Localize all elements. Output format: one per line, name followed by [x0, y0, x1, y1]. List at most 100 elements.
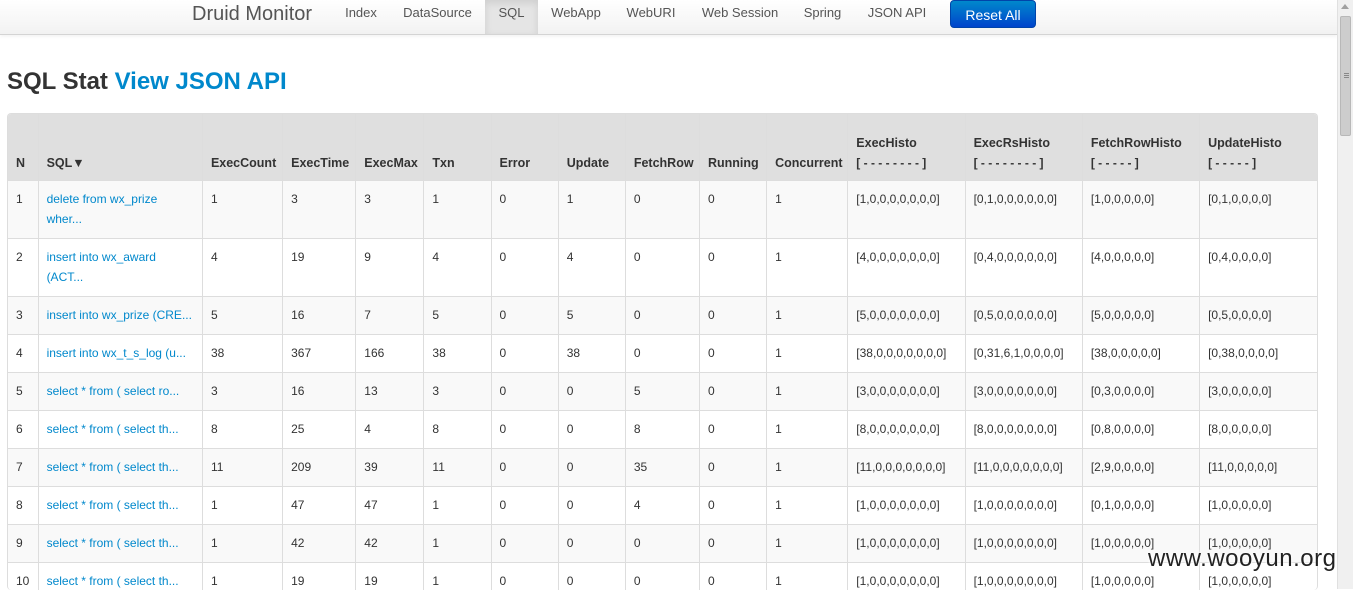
nav-item-json-api[interactable]: JSON API [859, 0, 935, 34]
cell-exec-time: 19 [283, 239, 356, 297]
sql-link[interactable]: insert into wx_award (ACT... [47, 250, 156, 284]
cell-txn: 38 [424, 335, 491, 373]
sql-link[interactable]: insert into wx_prize (CRE... [47, 308, 192, 322]
cell-n: 4 [8, 335, 38, 373]
cell-txn: 1 [424, 525, 491, 563]
cell-sql: insert into wx_t_s_log (u... [38, 335, 202, 373]
cell-exec-count: 1 [202, 181, 282, 239]
nav-item-spring[interactable]: Spring [795, 0, 850, 34]
cell-running: 0 [699, 411, 766, 449]
sql-link[interactable]: delete from wx_prize wher... [47, 192, 158, 226]
cell-txn: 8 [424, 411, 491, 449]
col-header-update[interactable]: Update [558, 114, 625, 181]
cell-running: 0 [699, 373, 766, 411]
cell-fetch-row: 8 [625, 411, 699, 449]
cell-exec-histo: [1,0,0,0,0,0,0,0] [848, 181, 965, 239]
cell-exec-rs-histo: [0,1,0,0,0,0,0,0] [965, 181, 1082, 239]
cell-update: 0 [558, 411, 625, 449]
col-header-n[interactable]: N [8, 114, 38, 181]
table-row: 2insert into wx_award (ACT...4199404001[… [8, 239, 1317, 297]
cell-running: 0 [699, 335, 766, 373]
cell-exec-time: 25 [283, 411, 356, 449]
cell-fetch-row: 35 [625, 449, 699, 487]
nav-item-weburi[interactable]: WebURI [618, 0, 684, 34]
cell-fetch-row-histo: [0,1,0,0,0,0] [1082, 487, 1199, 525]
sql-link[interactable]: select * from ( select th... [47, 422, 179, 436]
col-header-fetchrowhisto[interactable]: FetchRowHisto [ - - - - - ] [1082, 114, 1199, 181]
col-header-error[interactable]: Error [491, 114, 558, 181]
cell-error: 0 [491, 563, 558, 590]
cell-exec-histo: [8,0,0,0,0,0,0,0] [848, 411, 965, 449]
sql-link[interactable]: select * from ( select th... [47, 536, 179, 550]
col-header-sql[interactable]: SQL▼ [38, 114, 202, 181]
cell-exec-max: 19 [356, 563, 424, 590]
cell-update: 1 [558, 181, 625, 239]
cell-exec-histo: [4,0,0,0,0,0,0,0] [848, 239, 965, 297]
cell-concurrent: 1 [767, 239, 848, 297]
cell-sql: insert into wx_award (ACT... [38, 239, 202, 297]
nav-item-index[interactable]: Index [334, 0, 388, 34]
cell-running: 0 [699, 525, 766, 563]
nav-item-datasource[interactable]: DataSource [393, 0, 482, 34]
cell-exec-max: 47 [356, 487, 424, 525]
cell-fetch-row: 0 [625, 181, 699, 239]
brand-title[interactable]: Druid Monitor [192, 3, 312, 26]
table-row: 9select * from ( select th...14242100001… [8, 525, 1317, 563]
sql-link[interactable]: select * from ( select ro... [47, 384, 180, 398]
cell-exec-max: 9 [356, 239, 424, 297]
cell-txn: 4 [424, 239, 491, 297]
cell-exec-count: 5 [202, 297, 282, 335]
col-header-execrshisto[interactable]: ExecRsHisto [ - - - - - - - - ] [965, 114, 1082, 181]
col-header-execcount[interactable]: ExecCount [202, 114, 282, 181]
nav-item-sql[interactable]: SQL [485, 0, 538, 34]
nav-item-webapp[interactable]: WebApp [542, 0, 610, 34]
nav-item-web-session[interactable]: Web Session [694, 0, 786, 34]
cell-exec-count: 1 [202, 563, 282, 590]
cell-exec-count: 8 [202, 411, 282, 449]
cell-n: 9 [8, 525, 38, 563]
sql-link[interactable]: select * from ( select th... [47, 574, 179, 588]
cell-exec-histo: [1,0,0,0,0,0,0,0] [848, 563, 965, 590]
cell-exec-rs-histo: [11,0,0,0,0,0,0,0] [965, 449, 1082, 487]
col-header-txn[interactable]: Txn [424, 114, 491, 181]
scroll-up-arrow-icon[interactable] [1341, 4, 1349, 9]
cell-sql: select * from ( select th... [38, 411, 202, 449]
cell-n: 8 [8, 487, 38, 525]
view-json-api-link[interactable]: View JSON API [115, 68, 287, 95]
cell-sql: select * from ( select th... [38, 449, 202, 487]
sql-link[interactable]: select * from ( select th... [47, 460, 179, 474]
cell-txn: 1 [424, 563, 491, 590]
cell-exec-rs-histo: [3,0,0,0,0,0,0,0] [965, 373, 1082, 411]
cell-sql: select * from ( select th... [38, 525, 202, 563]
cell-txn: 1 [424, 487, 491, 525]
reset-all-button[interactable]: Reset All [950, 0, 1036, 28]
cell-fetch-row: 4 [625, 487, 699, 525]
col-header-execmax[interactable]: ExecMax [356, 114, 424, 181]
col-header-exechisto[interactable]: ExecHisto [ - - - - - - - - ] [848, 114, 965, 181]
cell-fetch-row: 0 [625, 297, 699, 335]
col-header-fetchrow[interactable]: FetchRow [625, 114, 699, 181]
cell-concurrent: 1 [767, 181, 848, 239]
col-header-exectime[interactable]: ExecTime [283, 114, 356, 181]
sql-link[interactable]: select * from ( select th... [47, 498, 179, 512]
cell-running: 0 [699, 563, 766, 590]
sql-stat-table: N SQL▼ ExecCount ExecTime ExecMax Txn Er… [8, 114, 1317, 590]
cell-sql: select * from ( select th... [38, 487, 202, 525]
cell-concurrent: 1 [767, 487, 848, 525]
page-title: SQL Stat View JSON API [7, 68, 287, 96]
cell-update-histo: [11,0,0,0,0,0] [1200, 449, 1317, 487]
cell-fetch-row-histo: [38,0,0,0,0,0] [1082, 335, 1199, 373]
cell-error: 0 [491, 487, 558, 525]
cell-exec-count: 1 [202, 487, 282, 525]
table-row: 4insert into wx_t_s_log (u...38367166380… [8, 335, 1317, 373]
col-header-concurrent[interactable]: Concurrent [767, 114, 848, 181]
cell-error: 0 [491, 181, 558, 239]
sql-link[interactable]: insert into wx_t_s_log (u... [47, 346, 186, 360]
cell-update: 38 [558, 335, 625, 373]
cell-update-histo: [0,5,0,0,0,0] [1200, 297, 1317, 335]
cell-concurrent: 1 [767, 411, 848, 449]
scrollbar-thumb[interactable] [1340, 16, 1351, 136]
vertical-scrollbar[interactable] [1337, 0, 1353, 589]
col-header-running[interactable]: Running [699, 114, 766, 181]
col-header-updatehisto[interactable]: UpdateHisto [ - - - - - ] [1200, 114, 1317, 181]
